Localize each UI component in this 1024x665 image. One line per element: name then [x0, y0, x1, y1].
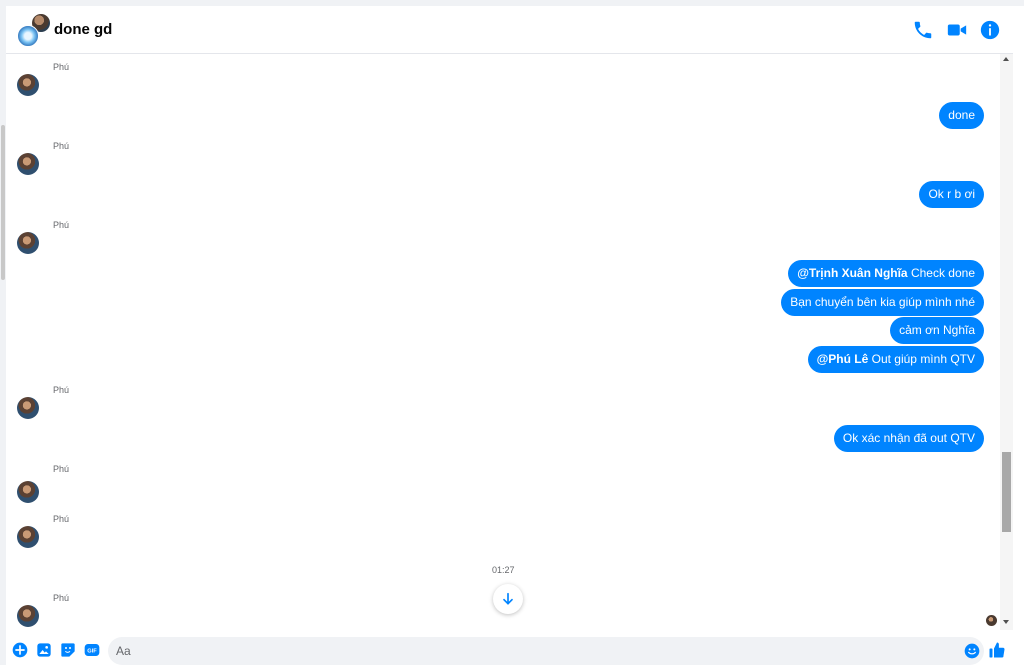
sender-name: Phú	[53, 141, 70, 151]
sender-name: Phú	[53, 385, 70, 395]
sender-avatar[interactable]	[17, 397, 39, 419]
image-icon[interactable]	[36, 642, 52, 658]
sticker-icon[interactable]	[60, 642, 76, 658]
emoji-icon[interactable]	[964, 643, 980, 659]
mention[interactable]: @Trịnh Xuân Nghĩa	[797, 266, 907, 280]
sender-name: Phú	[53, 593, 70, 603]
seen-indicator-avatar	[986, 615, 997, 626]
message-input[interactable]	[116, 637, 946, 665]
sender-avatar[interactable]	[17, 605, 39, 627]
left-scroll-thumb[interactable]	[1, 125, 5, 280]
message-timestamp: 01:27	[492, 565, 515, 575]
sent-message[interactable]: Ok r b ơi	[919, 181, 984, 208]
group-avatar[interactable]	[17, 13, 51, 47]
sender-name: Phú	[53, 220, 70, 230]
messenger-window: done gd Phú done Phú Ok r b ơi Phú @Trịn…	[0, 0, 1024, 665]
sender-avatar[interactable]	[17, 74, 39, 96]
message-scrollbar[interactable]	[1000, 54, 1013, 630]
conversation-header: done gd	[6, 6, 1013, 54]
sender-avatar[interactable]	[17, 232, 39, 254]
sender-name: Phú	[53, 464, 70, 474]
message-composer: GIF	[6, 633, 1019, 665]
sender-avatar[interactable]	[17, 526, 39, 548]
like-icon[interactable]	[988, 641, 1006, 659]
add-icon[interactable]	[12, 642, 28, 658]
video-call-icon[interactable]	[946, 19, 968, 41]
sent-message[interactable]: @Trịnh Xuân Nghĩa Check done	[788, 260, 984, 287]
gif-icon[interactable]: GIF	[84, 642, 100, 658]
phone-icon[interactable]	[912, 19, 934, 41]
message-list[interactable]: Phú done Phú Ok r b ơi Phú @Trịnh Xuân N…	[6, 55, 1000, 630]
conversation-title[interactable]: done gd	[54, 21, 112, 38]
message-text: Check done	[907, 266, 975, 280]
sender-name: Phú	[53, 514, 70, 524]
scroll-down-arrow-icon[interactable]	[1003, 620, 1009, 624]
sent-message[interactable]: @Phú Lê Out giúp mình QTV	[807, 346, 984, 373]
sender-avatar[interactable]	[17, 481, 39, 503]
sender-name: Phú	[53, 62, 70, 72]
message-text: Out giúp mình QTV	[868, 352, 975, 366]
sent-message[interactable]: Ok xác nhận đã out QTV	[833, 425, 984, 452]
sender-avatar[interactable]	[17, 153, 39, 175]
scroll-to-bottom-button[interactable]	[493, 584, 523, 614]
message-text: Ok xác nhận đã out QTV	[842, 431, 975, 445]
sent-message[interactable]: done	[939, 102, 984, 129]
message-text: done	[948, 108, 975, 122]
message-text: Ok r b ơi	[928, 187, 975, 201]
scroll-up-arrow-icon[interactable]	[1003, 57, 1009, 61]
member-avatar	[17, 25, 39, 47]
scrollbar-thumb[interactable]	[1002, 452, 1011, 532]
info-icon[interactable]	[979, 19, 1001, 41]
mention[interactable]: @Phú Lê	[817, 352, 869, 366]
sent-message[interactable]: Bạn chuyển bên kia giúp mình nhé	[781, 289, 984, 316]
arrow-down-icon	[503, 592, 513, 605]
message-text: Bạn chuyển bên kia giúp mình nhé	[790, 295, 975, 309]
message-input-container	[108, 637, 984, 665]
gif-label: GIF	[87, 649, 97, 655]
sent-message[interactable]: cảm ơn Nghĩa	[890, 317, 984, 344]
message-text: cảm ơn Nghĩa	[899, 323, 975, 337]
